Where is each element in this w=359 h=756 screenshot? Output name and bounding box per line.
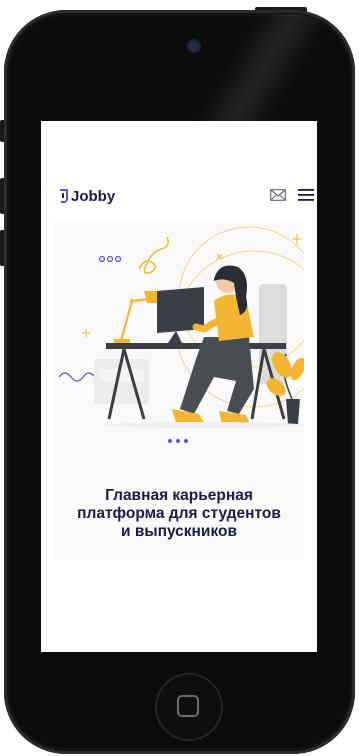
front-camera bbox=[189, 41, 199, 51]
hero-headline: Главная карьерная платформа для студенто… bbox=[54, 487, 304, 541]
logo-text: Jobby bbox=[71, 187, 116, 205]
logo-mark-icon bbox=[58, 189, 69, 203]
phone-mockup: Jobby Главная карьерная платформа для ст… bbox=[0, 0, 359, 756]
headline-line-3: и выпускников bbox=[120, 523, 237, 540]
headline-line-1: Главная карьерная bbox=[105, 487, 253, 504]
screen: Jobby Главная карьерная платформа для ст… bbox=[41, 121, 317, 652]
hero-section: Главная карьерная платформа для студенто… bbox=[54, 219, 304, 559]
woman-working-illustration bbox=[58, 226, 304, 443]
hamburger-menu-icon[interactable] bbox=[298, 188, 314, 202]
home-button-square-icon bbox=[177, 695, 199, 717]
glass-reflection bbox=[150, 14, 350, 124]
mail-icon[interactable] bbox=[270, 189, 286, 201]
home-button[interactable] bbox=[157, 675, 221, 739]
logo[interactable]: Jobby bbox=[58, 185, 115, 207]
headline-line-2: платформа для студентов bbox=[77, 505, 281, 522]
site-header: Jobby bbox=[41, 183, 317, 209]
